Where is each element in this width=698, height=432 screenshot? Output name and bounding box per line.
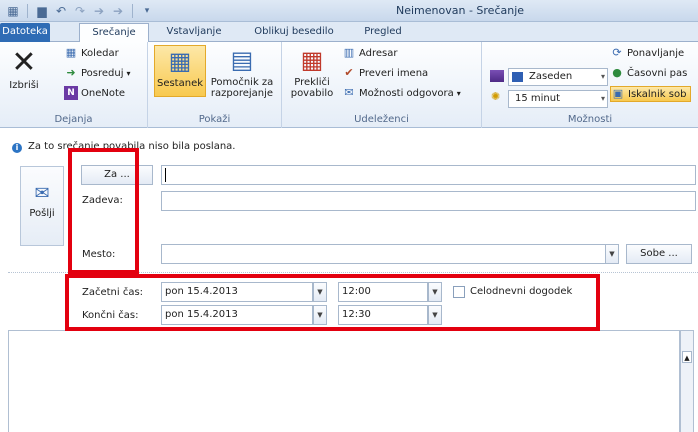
delete-x-icon: ✕ [11, 45, 37, 80]
cancel-label-line2: povabilo [290, 88, 334, 99]
group-actions-label: Dejanja [54, 114, 93, 125]
meeting-calendar-icon: ▦ [168, 47, 192, 75]
scheduling-icon: ▤ [230, 46, 254, 74]
forward-label: Posreduj [81, 67, 124, 79]
previous-item-icon[interactable]: ➔ [92, 3, 106, 19]
reminder-select[interactable]: 15 minut ▾ [508, 90, 608, 108]
cancel-invitation-button[interactable]: ▦ Prekliči povabilo [286, 45, 338, 99]
qat-separator [132, 4, 133, 18]
redo-icon[interactable]: ↷ [73, 3, 87, 19]
recurrence-icon: ⟳ [612, 46, 622, 59]
cancel-label-line1: Prekliči [294, 77, 330, 88]
send-button[interactable]: ✉ Pošlji [20, 166, 64, 246]
ribbon: ✕ Izbriši ▦ Koledar ➜ Posreduj ▾ N OneNo… [0, 42, 698, 128]
tab-format-text[interactable]: Oblikuj besedilo [244, 23, 344, 42]
chevron-down-icon: ▾ [600, 72, 605, 81]
address-book-label: Adresar [359, 47, 398, 59]
onenote-icon: N [64, 86, 78, 100]
reminder-value: 15 minut [515, 93, 561, 104]
to-input[interactable] [161, 165, 696, 185]
room-finder-button[interactable]: ▣ Iskalnik sob [610, 86, 692, 102]
check-names-icon: ✔ [344, 66, 354, 79]
forward-button[interactable]: ➜ Posreduj ▾ [64, 66, 131, 80]
group-show: ▦ Sestanek ▤ Pomočnik za razporejanje Po… [148, 42, 282, 128]
tab-meeting[interactable]: Srečanje [79, 23, 149, 43]
check-names-button[interactable]: ✔ Preveri imena [342, 66, 428, 80]
recurrence-label: Ponavljanje [627, 47, 685, 59]
time-zones-button[interactable]: ● Časovni pas [610, 66, 687, 80]
address-book-button[interactable]: ▥ Adresar [342, 46, 398, 60]
location-dropdown-button[interactable]: ▼ [605, 244, 619, 264]
outlook-app-icon[interactable]: ▦ [6, 3, 20, 19]
body-scrollbar[interactable]: ▲ [680, 330, 694, 432]
calendar-label: Koledar [81, 47, 119, 59]
undo-icon[interactable]: ↶ [54, 3, 68, 19]
annotation-frame-recipients [68, 148, 139, 274]
save-icon[interactable]: ▆ [35, 3, 49, 19]
qat-separator [27, 4, 28, 18]
send-envelope-icon: ✉ [34, 183, 50, 204]
onenote-button[interactable]: N OneNote [64, 86, 125, 100]
quick-access-toolbar: ▦ ▆ ↶ ↷ ➔ ➔ ▾ [6, 3, 154, 19]
group-actions: ✕ Izbriši ▦ Koledar ➜ Posreduj ▾ N OneNo… [0, 42, 148, 128]
group-options-label: Možnosti [567, 114, 613, 125]
show-as-select[interactable]: Zaseden ▾ [508, 68, 608, 86]
chevron-down-icon: ▾ [600, 94, 605, 103]
ribbon-tabs: Datoteka Srečanje Vstavljanje Oblikuj be… [0, 22, 698, 43]
response-options-icon: ✉ [344, 86, 354, 99]
forward-icon: ➜ [66, 66, 76, 79]
rooms-button[interactable]: Sobe ... [626, 244, 692, 264]
group-attendees-label: Udeleženci [354, 114, 409, 125]
scroll-up-icon[interactable]: ▲ [682, 351, 692, 363]
calendar-icon: ▦ [65, 46, 77, 59]
reminder-bell-icon: ✺ [491, 90, 501, 103]
customize-qat-icon[interactable]: ▾ [140, 3, 154, 19]
tab-review[interactable]: Pregled [355, 23, 411, 42]
chevron-down-icon: ▾ [126, 68, 131, 78]
text-caret [165, 168, 166, 182]
calendar-button[interactable]: ▦ Koledar [64, 46, 119, 60]
time-zones-label: Časovni pas [627, 67, 688, 79]
tab-insert[interactable]: Vstavljanje [157, 23, 231, 42]
subject-input[interactable] [161, 191, 696, 211]
group-attendees: ▦ Prekliči povabilo ▥ Adresar ✔ Preveri … [282, 42, 482, 128]
location-input[interactable] [161, 244, 611, 264]
assistant-label-line2: razporejanje [210, 88, 274, 99]
meeting-label: Sestanek [156, 78, 204, 89]
onenote-label: OneNote [81, 87, 126, 99]
show-as-value: Zaseden [529, 71, 573, 82]
recurrence-button[interactable]: ⟳ Ponavljanje [610, 46, 684, 60]
meeting-view-button[interactable]: ▦ Sestanek [154, 45, 206, 97]
globe-icon: ● [612, 66, 622, 79]
room-finder-icon: ▣ [612, 87, 624, 100]
next-item-icon[interactable]: ➔ [111, 3, 125, 19]
room-finder-label: Iskalnik sob [628, 88, 687, 100]
annotation-frame-times [65, 274, 600, 331]
delete-button[interactable]: ✕ Izbriši [6, 45, 42, 92]
title-bar: ▦ ▆ ↶ ↷ ➔ ➔ ▾ Neimenovan - Srečanje [0, 0, 698, 22]
address-book-icon: ▥ [343, 46, 355, 59]
check-names-label: Preveri imena [359, 67, 429, 79]
chevron-down-icon: ▾ [456, 88, 461, 98]
response-options-button[interactable]: ✉ Možnosti odgovora ▾ [342, 86, 461, 100]
scheduling-assistant-button[interactable]: ▤ Pomočnik za razporejanje [208, 45, 276, 99]
group-show-label: Pokaži [198, 114, 231, 125]
tab-file[interactable]: Datoteka [0, 23, 50, 42]
send-label: Pošlji [29, 208, 55, 219]
response-options-label: Možnosti odgovora [359, 87, 454, 99]
message-body[interactable] [8, 330, 680, 432]
busy-color-swatch [512, 72, 523, 82]
assistant-label-line1: Pomočnik za [210, 77, 274, 88]
info-icon: i [12, 143, 22, 153]
window-title: Neimenovan - Srečanje [396, 4, 525, 17]
show-as-icon [490, 70, 504, 82]
cancel-invitation-icon: ▦ [300, 46, 324, 74]
group-options: Zaseden ▾ ✺ 15 minut ▾ ⟳ Ponavljanje ● Č… [482, 42, 698, 128]
delete-label: Izbriši [9, 80, 39, 91]
